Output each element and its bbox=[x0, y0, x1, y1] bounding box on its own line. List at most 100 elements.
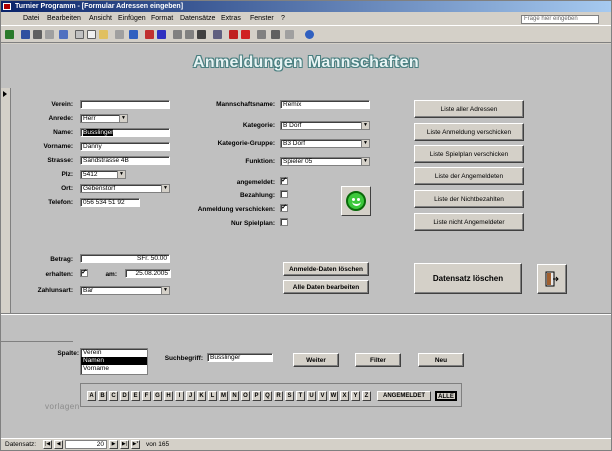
menu-datei[interactable]: Datei bbox=[23, 15, 39, 22]
status-smiley-button[interactable] bbox=[341, 186, 371, 216]
database-window-icon[interactable] bbox=[271, 30, 280, 39]
print-icon[interactable] bbox=[33, 30, 42, 39]
letter-o-button[interactable]: O bbox=[241, 391, 250, 401]
menu-ansicht[interactable]: Ansicht bbox=[89, 15, 112, 22]
liste-aller-adressen-button[interactable]: Liste aller Adressen bbox=[414, 100, 524, 118]
ort-select[interactable]: Gebenstorf ▼ bbox=[80, 184, 170, 193]
telefon-field[interactable]: 056 534 51 92 bbox=[80, 198, 140, 207]
verein-field[interactable] bbox=[80, 100, 170, 109]
view-icon[interactable] bbox=[5, 30, 14, 39]
letter-s-button[interactable]: S bbox=[285, 391, 294, 401]
letter-h-button[interactable]: H bbox=[164, 391, 173, 401]
menu-einfuegen[interactable]: Einfügen bbox=[118, 15, 146, 22]
liste-der-angemeldeten-button[interactable]: Liste der Angemeldeten bbox=[414, 167, 524, 185]
chevron-down-icon[interactable]: ▼ bbox=[119, 115, 127, 122]
letter-y-button[interactable]: Y bbox=[351, 391, 360, 401]
letter-v-button[interactable]: V bbox=[318, 391, 327, 401]
vorname-field[interactable]: Danny bbox=[80, 142, 170, 151]
letter-p-button[interactable]: P bbox=[252, 391, 261, 401]
letter-i-button[interactable]: I bbox=[175, 391, 184, 401]
copy-icon[interactable] bbox=[87, 30, 96, 39]
filter-button[interactable]: Filter bbox=[355, 353, 401, 367]
erhalten-checkbox[interactable]: ✓ bbox=[80, 269, 88, 277]
letter-k-button[interactable]: K bbox=[197, 391, 206, 401]
list-item[interactable]: Namen bbox=[81, 357, 147, 365]
chevron-down-icon[interactable]: ▼ bbox=[161, 185, 169, 192]
letter-w-button[interactable]: W bbox=[329, 391, 338, 401]
menu-datensaetze[interactable]: Datensätze bbox=[180, 15, 215, 22]
funktion-select[interactable]: Spieler 05 ▼ bbox=[280, 157, 370, 166]
letter-c-button[interactable]: C bbox=[109, 391, 118, 401]
new-record-nav-icon[interactable]: ▶* bbox=[131, 440, 140, 449]
list-item[interactable]: Vorname bbox=[81, 365, 147, 373]
menu-help[interactable]: ? bbox=[281, 15, 285, 22]
first-record-icon[interactable]: |◀ bbox=[43, 440, 52, 449]
save-icon[interactable] bbox=[21, 30, 30, 39]
new-object-icon[interactable] bbox=[285, 30, 294, 39]
letter-t-button[interactable]: T bbox=[296, 391, 305, 401]
mannschaftsname-field[interactable]: Remix bbox=[280, 100, 370, 109]
weiter-button[interactable]: Weiter bbox=[293, 353, 339, 367]
bezahlung-checkbox[interactable] bbox=[280, 190, 288, 198]
letter-n-button[interactable]: N bbox=[230, 391, 239, 401]
liste-der-nichtbezahlten-button[interactable]: Liste der Nichtbezahlten bbox=[414, 190, 524, 208]
datensatz-loeschen-button[interactable]: Datensatz löschen bbox=[414, 263, 522, 294]
record-number-field[interactable]: 20 bbox=[65, 440, 107, 449]
anmelde-daten-loeschen-button[interactable]: Anmelde-Daten löschen bbox=[283, 262, 369, 276]
liste-nicht-angemeldeter-button[interactable]: Liste nicht Angemeldeter bbox=[414, 213, 524, 231]
letter-r-button[interactable]: R bbox=[274, 391, 283, 401]
betrag-field[interactable]: SFr. 50.00 bbox=[80, 254, 170, 263]
angemeldet-filter-button[interactable]: ANGEMELDET bbox=[377, 391, 431, 401]
next-record-icon[interactable]: ▶ bbox=[109, 440, 118, 449]
apply-filter-icon[interactable] bbox=[197, 30, 206, 39]
liste-anmeldung-verschicken-button[interactable]: Liste Anmeldung verschicken bbox=[414, 123, 524, 141]
letter-l-button[interactable]: L bbox=[208, 391, 217, 401]
paste-icon[interactable] bbox=[99, 30, 108, 39]
zahlungsart-select[interactable]: Bar ▼ bbox=[80, 286, 170, 295]
last-record-icon[interactable]: ▶| bbox=[120, 440, 129, 449]
preview-icon[interactable] bbox=[45, 30, 54, 39]
alle-daten-bearbeiten-button[interactable]: Alle Daten bearbeiten bbox=[283, 280, 369, 294]
suchbegriff-field[interactable]: Busslinger bbox=[207, 353, 273, 362]
chevron-down-icon[interactable]: ▼ bbox=[361, 122, 369, 129]
cut-icon[interactable] bbox=[75, 30, 84, 39]
menu-extras[interactable]: Extras bbox=[221, 15, 241, 22]
hyperlink-icon[interactable] bbox=[129, 30, 138, 39]
letter-d-button[interactable]: D bbox=[120, 391, 129, 401]
chevron-down-icon[interactable]: ▼ bbox=[361, 158, 369, 165]
delete-record-icon[interactable] bbox=[241, 30, 250, 39]
letter-g-button[interactable]: G bbox=[153, 391, 162, 401]
sort-asc-icon[interactable] bbox=[145, 30, 154, 39]
letter-q-button[interactable]: Q bbox=[263, 391, 272, 401]
help-search-input[interactable]: Frage hier eingeben bbox=[521, 15, 599, 24]
am-date-field[interactable]: 25.08.2005 bbox=[125, 269, 171, 278]
exit-door-button[interactable] bbox=[537, 264, 567, 294]
alle-filter-button[interactable]: ALLE bbox=[435, 391, 457, 401]
chevron-down-icon[interactable]: ▼ bbox=[161, 287, 169, 294]
record-selector[interactable] bbox=[1, 88, 11, 314]
menu-fenster[interactable]: Fenster bbox=[250, 15, 274, 22]
filter-form-icon[interactable] bbox=[185, 30, 194, 39]
undo-icon[interactable] bbox=[115, 30, 124, 39]
letter-u-button[interactable]: U bbox=[307, 391, 316, 401]
plz-select[interactable]: 5412 ▼ bbox=[80, 170, 126, 179]
filter-selection-icon[interactable] bbox=[173, 30, 182, 39]
spalte-listbox[interactable]: Verein Namen Vorname bbox=[80, 348, 148, 375]
letter-a-button[interactable]: A bbox=[87, 391, 96, 401]
angemeldet-checkbox[interactable]: ✓ bbox=[280, 177, 288, 185]
strasse-field[interactable]: Sandstrasse 4B bbox=[80, 156, 170, 165]
previous-record-icon[interactable]: ◀ bbox=[54, 440, 63, 449]
kategorie-gruppe-select[interactable]: B3 Dorf ▼ bbox=[280, 139, 370, 148]
nur-spielplan-checkbox[interactable] bbox=[280, 218, 288, 226]
kategorie-select[interactable]: B Dorf ▼ bbox=[280, 121, 370, 130]
anmeldung-verschicken-checkbox[interactable]: ✓ bbox=[280, 204, 288, 212]
chevron-down-icon[interactable]: ▼ bbox=[117, 171, 125, 178]
liste-spielplan-verschicken-button[interactable]: Liste Spielplan verschicken bbox=[414, 145, 524, 163]
find-icon[interactable] bbox=[213, 30, 222, 39]
menu-format[interactable]: Format bbox=[151, 15, 173, 22]
list-item[interactable]: Verein bbox=[81, 349, 147, 357]
letter-f-button[interactable]: F bbox=[142, 391, 151, 401]
properties-icon[interactable] bbox=[257, 30, 266, 39]
menu-bearbeiten[interactable]: Bearbeiten bbox=[47, 15, 81, 22]
letter-m-button[interactable]: M bbox=[219, 391, 228, 401]
